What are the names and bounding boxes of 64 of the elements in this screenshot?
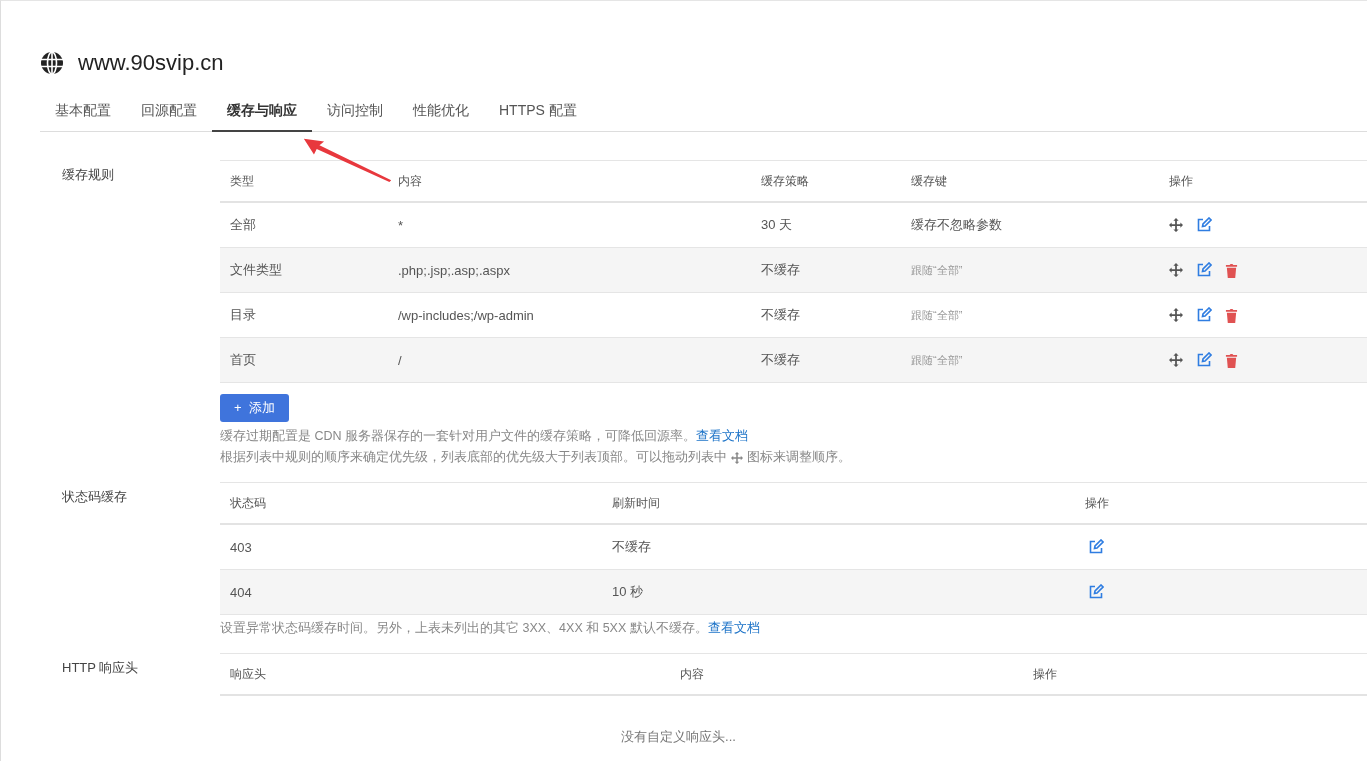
docs-link[interactable]: 查看文档 [696, 428, 749, 445]
move-icon[interactable] [1169, 308, 1183, 322]
globe-icon [40, 51, 64, 75]
column-header: 缓存键 [910, 172, 948, 190]
help-text: 图标来调整顺序。 [747, 449, 851, 466]
table-cell-text: 跟随“全部” [910, 307, 964, 323]
help-text: 根据列表中规则的顺序来确定优先级，列表底部的优先级大于列表顶部。可以拖动列表中 [220, 449, 727, 466]
edit-icon[interactable] [1088, 584, 1104, 600]
edit-icon[interactable] [1196, 217, 1212, 233]
section-label: 缓存规则 [61, 166, 115, 184]
table-cell-text: * [397, 217, 405, 233]
table-cell-text: 文件类型 [229, 261, 283, 279]
column-header: 操作 [1084, 494, 1110, 512]
column-header: 内容 [397, 172, 423, 190]
table-cell-text: 404 [229, 584, 253, 600]
table-cell-text: 不缓存 [760, 261, 801, 279]
move-icon[interactable] [1169, 353, 1183, 367]
table-cell-text: 跟随“全部” [910, 262, 964, 278]
docs-link[interactable]: 查看文档 [707, 620, 760, 637]
table-cell-text: /wp-includes;/wp-admin [397, 307, 535, 323]
tab[interactable]: 基本配置 [40, 93, 126, 132]
tab[interactable]: 性能优化 [398, 93, 484, 132]
trash-icon[interactable] [1225, 352, 1238, 368]
site-title: www.90svip.cn [78, 50, 224, 76]
tab[interactable]: HTTPS 配置 [484, 93, 592, 132]
table-cell-text: 不缓存 [760, 306, 801, 324]
move-icon[interactable] [1169, 218, 1183, 232]
table-cell-text: 403 [229, 539, 253, 555]
edit-icon[interactable] [1196, 307, 1212, 323]
edit-icon[interactable] [1196, 262, 1212, 278]
table-cell-text: / [397, 352, 403, 368]
tab[interactable]: 缓存与响应 [212, 93, 312, 132]
edit-icon[interactable] [1088, 539, 1104, 555]
section-label: 状态码缓存 [61, 488, 128, 506]
trash-icon[interactable] [1225, 307, 1238, 323]
help-text: 缓存过期配置是 CDN 服务器保存的一套针对用户文件的缓存策略，可降低回源率。 [220, 428, 697, 445]
table-cell-text: .php;.jsp;.asp;.aspx [397, 262, 511, 278]
help-text: 设置异常状态码缓存时间。另外，上表未列出的其它 3XX、4XX 和 5XX 默认不缓存。 [220, 620, 708, 637]
add-button[interactable]: + 添加 [220, 394, 289, 422]
table-cell-text: 跟随“全部” [910, 352, 964, 368]
table-cell-text: 缓存不忽略参数 [910, 216, 1003, 234]
move-icon[interactable] [1169, 263, 1183, 277]
edit-icon[interactable] [1196, 352, 1212, 368]
tab[interactable]: 访问控制 [312, 93, 398, 132]
table-cell-text: 10 秒 [611, 583, 645, 601]
column-header: 缓存策略 [760, 172, 810, 190]
column-header: 操作 [1168, 172, 1194, 190]
table-cell-text: 全部 [229, 216, 257, 234]
table-cell-text: 目录 [229, 306, 257, 324]
column-header: 响应头 [229, 665, 267, 683]
column-header: 类型 [229, 172, 255, 190]
section-label: HTTP 响应头 [61, 659, 140, 677]
empty-message: 没有自定义响应头... [620, 728, 737, 746]
table-cell-text: 30 天 [760, 216, 794, 234]
column-header: 操作 [1032, 665, 1058, 683]
table-cell-text: 首页 [229, 351, 257, 369]
trash-icon[interactable] [1225, 262, 1238, 278]
table-cell-text: 不缓存 [760, 351, 801, 369]
column-header: 内容 [679, 665, 705, 683]
tab[interactable]: 回源配置 [126, 93, 212, 132]
column-header: 状态码 [229, 494, 267, 512]
column-header: 刷新时间 [611, 494, 661, 512]
move-icon [731, 451, 743, 464]
table-cell-text: 不缓存 [611, 538, 652, 556]
